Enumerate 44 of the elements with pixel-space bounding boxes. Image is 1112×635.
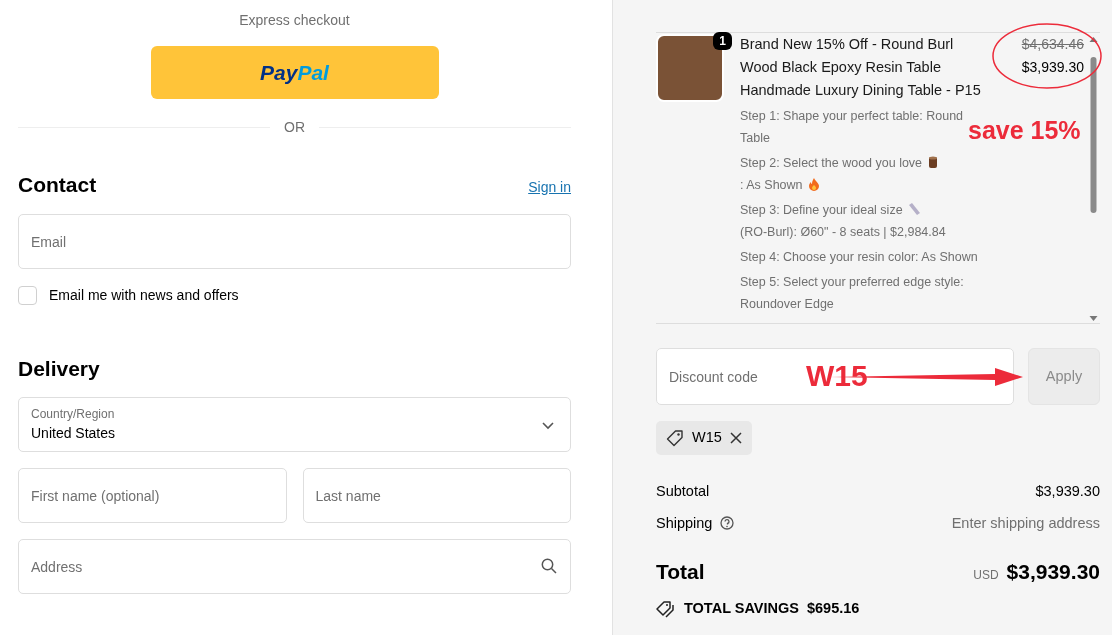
summary-label: Subtotal — [656, 481, 710, 501]
quantity-badge: 1 — [713, 32, 732, 50]
currency-code: USD — [973, 567, 999, 585]
annotation-text: save 15% — [968, 118, 1081, 143]
total-label: Total — [656, 559, 705, 586]
paypal-button[interactable]: PayPal — [150, 46, 439, 99]
divider-label: OR — [284, 118, 305, 137]
close-icon — [729, 431, 742, 444]
original-price: $4,634.46 — [1021, 35, 1084, 54]
checkbox[interactable] — [18, 286, 37, 305]
search-icon — [541, 558, 557, 575]
address-field[interactable]: Address — [18, 539, 571, 595]
tag-code: W15 — [692, 428, 722, 447]
option-text: Step 4: Choose your resin color: As Shown — [740, 250, 978, 264]
checkbox-label: Email me with news and offers — [49, 286, 239, 305]
option-text: (RO-Burl): Ø60" - 8 seats | $2,984.84 — [740, 225, 946, 239]
savings-label: TOTAL SAVINGS — [684, 598, 799, 618]
option-text: Step 1: Shape your perfect table: Round Table — [740, 109, 964, 145]
chevron-down-icon — [542, 422, 554, 431]
email-field[interactable]: Email — [18, 214, 571, 269]
summary-label: Shipping — [656, 513, 713, 533]
flame-icon — [806, 177, 821, 191]
option-text: Step 5: Select your preferred edge style: Roundover Edge — [740, 275, 964, 311]
tag-icon — [666, 428, 684, 447]
section-heading: Contact — [18, 172, 97, 198]
sign-in-link[interactable]: Sign in — [528, 177, 571, 198]
section-title: Express checkout — [238, 11, 351, 30]
country-select[interactable]: Country/Region United States — [18, 397, 571, 453]
option-text: Step 3: Define your ideal size — [740, 203, 903, 217]
savings-value: $695.16 — [806, 598, 860, 618]
annotation-text: W15 — [806, 358, 868, 394]
help-icon — [720, 516, 735, 531]
tags-icon — [656, 599, 676, 618]
price: $3,939.30 — [1021, 58, 1084, 77]
last-name-field[interactable]: Last name — [302, 468, 571, 524]
product-title: Brand New 15% Off - Round Burl Wood Black Epoxy Resin Table Handmade Luxury Dining Table - P15 — [740, 35, 982, 100]
summary-value: Enter shipping address — [951, 513, 1100, 533]
option-text: Step 2: Select the wood you love — [740, 156, 923, 170]
summary-value: $3,939.30 — [1035, 481, 1100, 501]
first-name-field[interactable]: First name (optional) — [18, 468, 287, 524]
total-value: $3,939.30 — [1006, 559, 1100, 586]
section-heading: Delivery — [18, 356, 101, 382]
option-text: : As Shown — [740, 178, 803, 192]
ruler-icon — [906, 202, 921, 216]
